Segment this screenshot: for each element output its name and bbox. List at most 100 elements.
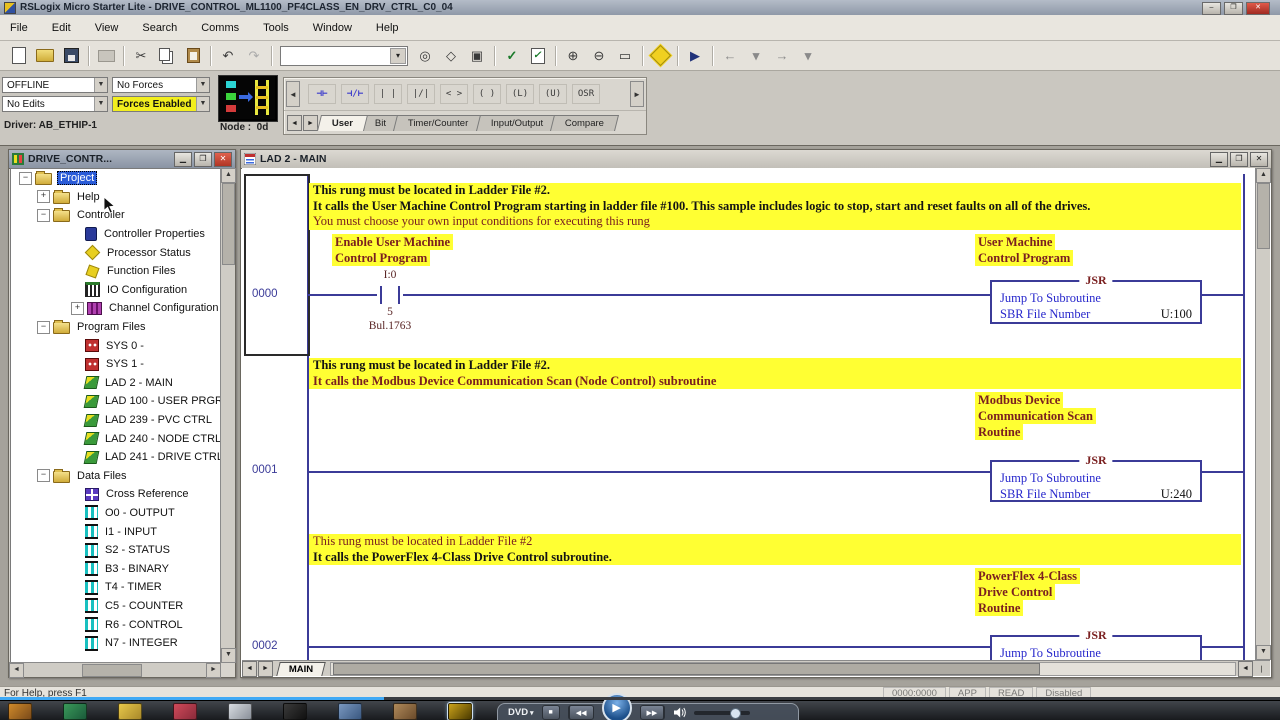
- open-file-button[interactable]: [33, 44, 57, 67]
- forces-status-dropdown[interactable]: No Forces ▼: [112, 77, 210, 93]
- tree-expander-icon[interactable]: +: [37, 190, 50, 203]
- tree-hscroll-thumb[interactable]: [82, 664, 142, 677]
- new-file-button[interactable]: [7, 44, 31, 67]
- rung-0-comment[interactable]: This rung must be located in Ladder File…: [309, 183, 1241, 230]
- tree-item-controller-properties[interactable]: Controller Properties: [11, 225, 221, 244]
- rung-number[interactable]: 0000: [252, 288, 278, 300]
- tree-item-lad-240-node-ctrl[interactable]: LAD 240 - NODE CTRL: [11, 429, 221, 448]
- tree-item-s2-status[interactable]: S2 - STATUS: [11, 541, 221, 560]
- mode-dropdown-arrow[interactable]: ▼: [94, 78, 107, 92]
- forces-dropdown-arrow[interactable]: ▼: [196, 78, 209, 92]
- ladder-scroll-thumb[interactable]: [1257, 183, 1270, 249]
- verify-project-button[interactable]: [526, 44, 550, 67]
- ladder-tab-left-icon[interactable]: ◄: [242, 661, 257, 677]
- tree-scroll-thumb[interactable]: [222, 183, 235, 265]
- dvd-menu-button[interactable]: DVD: [508, 707, 534, 718]
- taskbar-app-rslogix[interactable]: [448, 703, 472, 720]
- address-combobox[interactable]: ▾: [280, 46, 408, 66]
- taskbar-app-1[interactable]: [8, 703, 32, 720]
- goto-button[interactable]: ▣: [465, 44, 489, 67]
- print-button[interactable]: [94, 44, 118, 67]
- tree-item-t4-timer[interactable]: T4 - TIMER: [11, 578, 221, 597]
- minimize-button[interactable]: –: [1202, 2, 1221, 15]
- tree-item-help[interactable]: +Help: [11, 188, 221, 207]
- save-button[interactable]: [59, 44, 83, 67]
- edits-dropdown-arrow[interactable]: ▼: [94, 97, 107, 111]
- xic-contact[interactable]: [377, 286, 403, 304]
- tree-item-lad-2-main[interactable]: LAD 2 - MAIN: [11, 374, 221, 393]
- ladder-restore-button[interactable]: ❐: [1230, 152, 1248, 167]
- undo-button[interactable]: ↶: [216, 44, 240, 67]
- ladder-hscroll-thumb[interactable]: [333, 663, 1040, 675]
- tree-item-data-files[interactable]: −Data Files: [11, 467, 221, 486]
- mode-dropdown[interactable]: OFFLINE ▼: [2, 77, 108, 93]
- taskbar-app-2[interactable]: [63, 703, 87, 720]
- taskbar-app-8[interactable]: [393, 703, 417, 720]
- menu-tools[interactable]: Tools: [263, 22, 289, 34]
- edits-dropdown[interactable]: No Edits ▼: [2, 96, 108, 112]
- nav-forward-dropdown[interactable]: ▾: [796, 44, 820, 67]
- tree-item-o0-output[interactable]: O0 - OUTPUT: [11, 504, 221, 523]
- tree-vertical-scrollbar[interactable]: ▲ ▼: [220, 168, 235, 663]
- ote-coil-instruction[interactable]: ( ): [473, 84, 501, 104]
- menu-search[interactable]: Search: [142, 22, 177, 34]
- zoom-in-button[interactable]: ⊕: [561, 44, 585, 67]
- ladder-minimize-button[interactable]: ▁: [1210, 152, 1228, 167]
- tab-main[interactable]: MAIN: [276, 662, 326, 676]
- tree-scroll-right-icon[interactable]: ►: [206, 663, 221, 678]
- menu-window[interactable]: Window: [313, 22, 352, 34]
- ladder-horizontal-scrollbar[interactable]: [330, 662, 1236, 676]
- xic-contact-instruction[interactable]: ⊣⊢: [308, 84, 336, 104]
- menu-view[interactable]: View: [95, 22, 119, 34]
- otl-coil-instruction[interactable]: (L): [506, 84, 534, 104]
- tree-expander-icon[interactable]: −: [19, 172, 32, 185]
- find-button[interactable]: ◎: [413, 44, 437, 67]
- ladder-scroll-up-icon[interactable]: ▲: [1256, 168, 1271, 183]
- palette-tab-timer-counter[interactable]: Timer/Counter: [393, 115, 483, 131]
- menu-file[interactable]: File: [10, 22, 28, 34]
- palette-tab-compare[interactable]: Compare: [550, 115, 619, 131]
- menu-comms[interactable]: Comms: [201, 22, 239, 34]
- next-button[interactable]: ▶▶: [640, 705, 666, 720]
- ladder-titlebar[interactable]: LAD 2 - MAIN ▁ ❐ ✕: [241, 150, 1271, 169]
- replace-button[interactable]: ◇: [439, 44, 463, 67]
- palette-scroll-left-icon[interactable]: ◄: [286, 81, 300, 107]
- compare-instruction[interactable]: < >: [440, 84, 468, 104]
- palette-scroll-right-icon[interactable]: ►: [630, 81, 644, 107]
- ladder-vertical-scrollbar[interactable]: ▲ ▼: [1255, 168, 1270, 660]
- properties-window-button[interactable]: ▭: [613, 44, 637, 67]
- tree-item-io-configuration[interactable]: IO Configuration: [11, 281, 221, 300]
- rung-number[interactable]: 0002: [252, 640, 278, 652]
- previous-button[interactable]: ◀◀: [568, 705, 594, 720]
- menu-edit[interactable]: Edit: [52, 22, 71, 34]
- ladder-hscroll-left-icon[interactable]: ◄: [1238, 661, 1253, 677]
- tree-item-channel-configuration[interactable]: +Channel Configuration: [11, 299, 221, 318]
- tree-item-sys-1[interactable]: SYS 1 -: [11, 355, 221, 374]
- jsr-instruction-2[interactable]: JSR Jump To Subroutine: [990, 635, 1202, 660]
- tree-expander-icon[interactable]: −: [37, 209, 50, 222]
- nav-back-button[interactable]: ←: [718, 44, 742, 67]
- forces-enabled-arrow[interactable]: ▼: [196, 97, 209, 111]
- tabs-scroll-right-icon[interactable]: ►: [303, 115, 318, 131]
- palette-tab-input-output[interactable]: Input/Output: [476, 115, 558, 131]
- redo-button[interactable]: ↷: [242, 44, 266, 67]
- tree-item-i1-input[interactable]: I1 - INPUT: [11, 522, 221, 541]
- tree-item-lad-100-user-prgrm[interactable]: LAD 100 - USER PRGRM: [11, 392, 221, 411]
- branch-open-instruction[interactable]: | |: [374, 84, 402, 104]
- tree-scroll-left-icon[interactable]: ◄: [9, 663, 24, 678]
- ladder-tab-right-icon[interactable]: ►: [258, 661, 273, 677]
- nav-back-dropdown[interactable]: ▾: [744, 44, 768, 67]
- rung-1-comment[interactable]: This rung must be located in Ladder File…: [309, 358, 1241, 389]
- volume-thumb[interactable]: [730, 708, 741, 719]
- tree-item-r6-control[interactable]: R6 - CONTROL: [11, 615, 221, 634]
- taskbar-app-5[interactable]: [228, 703, 252, 720]
- tree-item-processor-status[interactable]: Processor Status: [11, 243, 221, 262]
- tree-item-lad-241-drive-ctrl[interactable]: LAD 241 - DRIVE CTRL: [11, 448, 221, 467]
- jsr-instruction-0[interactable]: JSR Jump To Subroutine SBR File Number U…: [990, 280, 1202, 324]
- maximize-button[interactable]: ❐: [1224, 2, 1243, 15]
- video-progress-bar[interactable]: [0, 697, 1280, 700]
- palette-tab-user[interactable]: User: [317, 115, 368, 131]
- menu-help[interactable]: Help: [376, 22, 399, 34]
- project-tree-titlebar[interactable]: DRIVE_CONTR... ▁ ❐ ✕: [9, 150, 235, 169]
- tree-item-c5-counter[interactable]: C5 - COUNTER: [11, 597, 221, 616]
